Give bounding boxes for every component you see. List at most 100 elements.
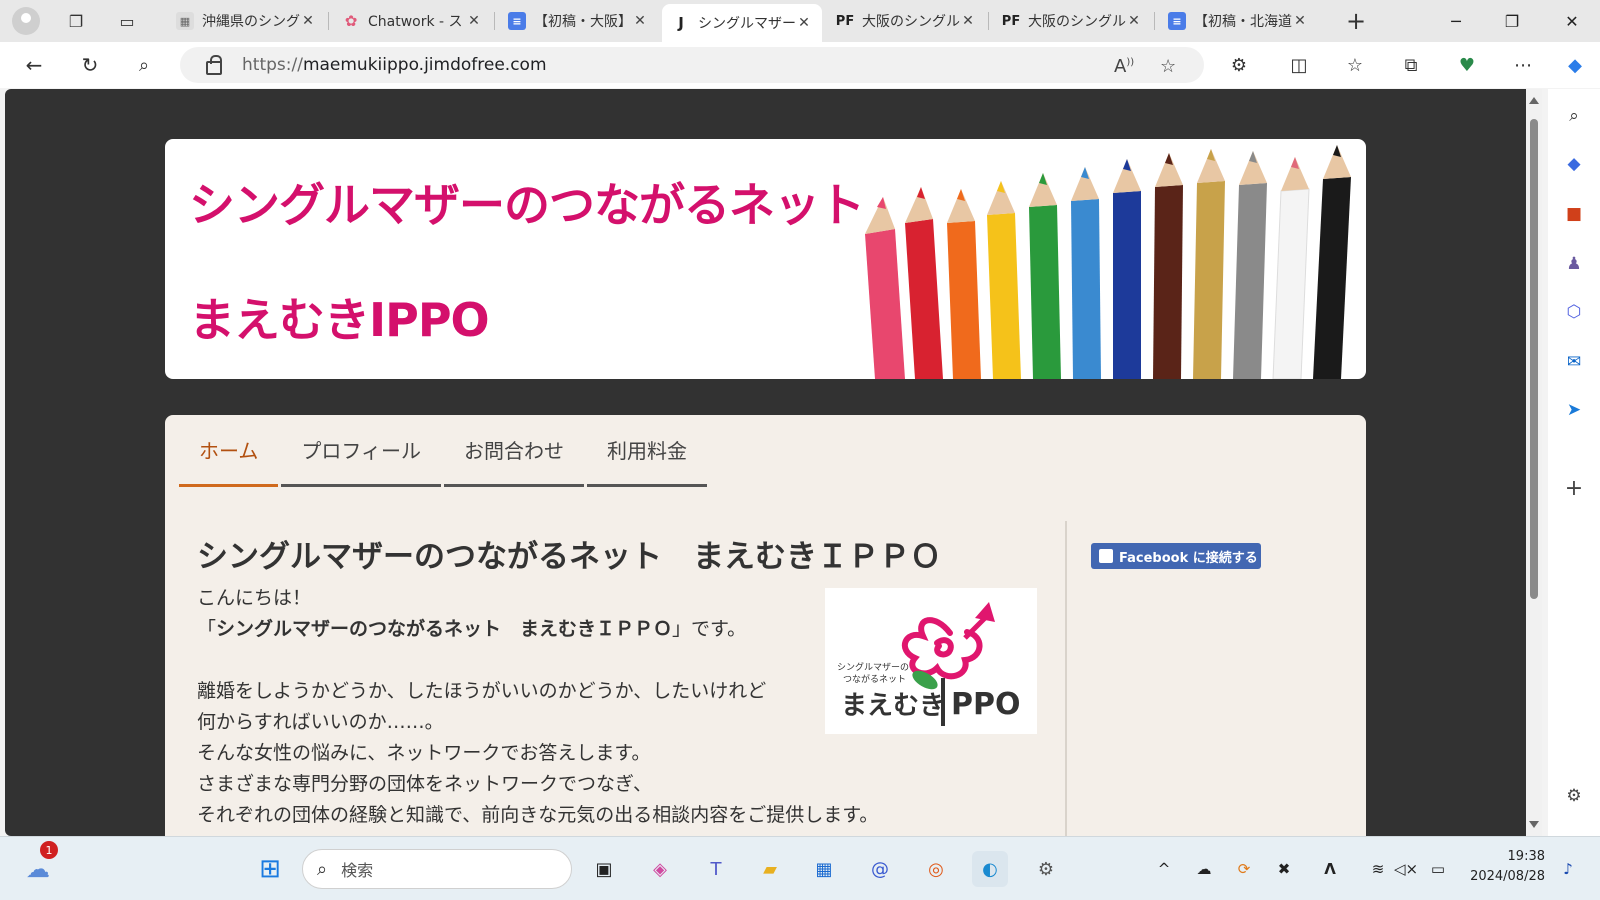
greeting-text: こんにちは！	[197, 587, 312, 609]
tab-6[interactable]: PF 大阪のシングル ✕	[992, 4, 1152, 38]
facebook-connect-button[interactable]: Facebook に接続する	[1091, 543, 1261, 569]
chatwork-icon: ✿	[344, 12, 358, 30]
start-windows-icon[interactable]: ⊞	[252, 851, 288, 887]
google-docs-icon: ≡	[1168, 12, 1186, 30]
paragraph-line: 何からすればいいのか……。	[197, 711, 444, 733]
browser-essentials-icon[interactable]: ♥	[1450, 47, 1484, 83]
tab-2[interactable]: ✿ Chatwork - ス ✕	[332, 4, 492, 38]
sidebar-settings-icon[interactable]: ⚙	[1559, 781, 1589, 811]
split-screen-icon[interactable]: ◫	[1282, 47, 1316, 83]
svg-text:PPO: PPO	[951, 687, 1020, 722]
nav-home[interactable]: ホーム	[179, 415, 279, 487]
close-window-icon[interactable]: ✕	[1544, 0, 1600, 42]
intro-line: 「シングルマザーのつながるネット まえむきＩＰＰＯ」です。	[197, 618, 747, 640]
search-icon: ⌕	[317, 858, 328, 880]
collections-icon[interactable]: ⧉	[1394, 47, 1428, 83]
nav-profile[interactable]: プロフィール	[281, 415, 442, 487]
address-bar[interactable]: https://maemukiippo.jimdofree.com A)) ☆	[180, 47, 1204, 83]
favorites-icon[interactable]: ☆	[1338, 47, 1372, 83]
refresh-icon[interactable]: ↻	[72, 47, 108, 83]
tab-actions-icon[interactable]: ▭	[111, 5, 143, 37]
browser-tab-bar: ❐ ▭ ▦ 沖縄県のシングルマザー ✕ ✿ Chatwork - ス ✕ ≡ 【…	[0, 0, 1600, 42]
outlook-icon[interactable]: ✉	[1559, 347, 1589, 377]
tab-3[interactable]: ≡ 【初稿・大阪】 ✕	[498, 4, 658, 38]
add-sidebar-app-icon[interactable]: +	[1559, 473, 1589, 503]
scrollbar-thumb[interactable]	[1530, 119, 1538, 599]
tab-1[interactable]: ▦ 沖縄県のシングルマザー ✕	[166, 4, 326, 38]
tab-5[interactable]: PF 大阪のシングル ✕	[826, 4, 986, 38]
svg-text:シングルマザーの: シングルマザーの	[837, 661, 909, 673]
wifi-icon[interactable]: ≋	[1366, 857, 1390, 881]
lock-icon[interactable]	[206, 55, 222, 75]
microsoft365-icon[interactable]: ⬡	[1559, 297, 1589, 327]
system-clock[interactable]: 19:38 2024/08/28	[1465, 847, 1545, 887]
google-docs-icon: ≡	[508, 12, 526, 30]
close-tab-icon[interactable]: ✕	[960, 13, 976, 29]
notifications-bell-icon[interactable]: ♪	[1556, 857, 1580, 881]
copilot-taskbar-icon[interactable]: ◈	[642, 851, 678, 887]
close-tab-icon[interactable]: ✕	[796, 15, 812, 31]
mail-icon[interactable]: @	[862, 851, 898, 887]
app-orange-icon[interactable]: ◎	[918, 851, 954, 887]
close-tab-icon[interactable]: ✕	[466, 13, 482, 29]
onedrive-error-icon[interactable]: ☁	[1192, 857, 1216, 881]
url-text[interactable]: https://maemukiippo.jimdofree.com	[242, 55, 547, 75]
pf-icon: PF	[1001, 13, 1021, 29]
svg-text:まえむき: まえむき	[841, 691, 945, 721]
banner-title-line1: シングルマザーのつながるネット	[189, 178, 865, 232]
extensions-icon[interactable]: ⚙	[1222, 47, 1256, 83]
battery-icon[interactable]: ▭	[1426, 857, 1450, 881]
thumbs-up-icon	[1099, 549, 1113, 563]
games-icon[interactable]: ♟	[1559, 249, 1589, 279]
volume-muted-icon[interactable]: ◁×	[1394, 857, 1418, 881]
restore-icon[interactable]: ❐	[1484, 0, 1540, 42]
close-tab-icon[interactable]: ✕	[632, 13, 648, 29]
tools-briefcase-icon[interactable]: ■	[1559, 199, 1589, 229]
banner-title-line2: まえむきIPPO	[189, 293, 490, 347]
microsoft-store-icon[interactable]: ▦	[806, 851, 842, 887]
workspaces-icon[interactable]: ❐	[60, 5, 92, 37]
tab-7[interactable]: ≡ 【初稿・北海道 ✕	[1158, 4, 1318, 38]
sidebar-divider	[1065, 521, 1067, 836]
edge-browser-icon[interactable]: ◐	[972, 851, 1008, 887]
minimize-icon[interactable]: ─	[1428, 0, 1484, 42]
back-icon[interactable]: ←	[16, 47, 52, 83]
search-icon[interactable]: ⌕	[126, 47, 162, 83]
tab-favicon-icon: ▦	[176, 12, 194, 30]
favorite-star-icon[interactable]: ☆	[1160, 56, 1176, 77]
new-tab-icon[interactable]: +	[1340, 5, 1372, 37]
paragraph-line: それぞれの団体の経験と知識で、前向きな元気の出る相談内容をご提供します。	[197, 804, 879, 826]
settings-gear-icon[interactable]: ⚙	[1028, 851, 1064, 887]
read-aloud-icon[interactable]: A))	[1114, 56, 1134, 77]
sidebar-search-icon[interactable]: ⌕	[1559, 101, 1589, 131]
file-explorer-icon[interactable]: ▰	[752, 851, 788, 887]
notification-badge: 1	[40, 841, 58, 859]
paragraph-line: 離婚をしようかどうか、したほうがいいのかどうか、したいけれど	[197, 680, 767, 702]
page-scrollbar[interactable]	[1526, 89, 1542, 836]
close-tab-icon[interactable]: ✕	[1126, 13, 1142, 29]
shopping-tag-icon[interactable]: ◆	[1559, 149, 1589, 179]
a-app-icon[interactable]: Λ	[1318, 857, 1342, 881]
scroll-down-arrow[interactable]	[1529, 821, 1539, 828]
send-icon[interactable]: ➤	[1559, 395, 1589, 425]
show-hidden-icons-chevron[interactable]: ^	[1152, 857, 1176, 881]
tab-4-active[interactable]: J シングルマザーの ✕	[662, 4, 822, 42]
nav-contact[interactable]: お問合わせ	[444, 415, 585, 487]
taskbar-search-box[interactable]: ⌕ 検索	[302, 849, 572, 889]
close-tab-icon[interactable]: ✕	[300, 13, 316, 29]
close-tab-icon[interactable]: ✕	[1292, 13, 1308, 29]
nav-pricing[interactable]: 利用料金	[587, 415, 708, 487]
sync-icon[interactable]: ⟳	[1232, 857, 1256, 881]
site-header-banner: シングルマザーのつながるネット まえむきIPPO	[165, 139, 1366, 379]
task-view-icon[interactable]: ▣	[586, 851, 622, 887]
more-menu-icon[interactable]: ⋯	[1506, 47, 1540, 83]
teams-icon[interactable]: T	[698, 851, 734, 887]
jimdo-icon: J	[678, 14, 684, 32]
copilot-icon[interactable]: ◆	[1558, 47, 1592, 83]
scroll-up-arrow[interactable]	[1529, 97, 1539, 104]
x-app-icon[interactable]: ✖	[1272, 857, 1296, 881]
profile-avatar[interactable]	[12, 7, 40, 35]
rose-logo-icon: シングルマザーの つながるネット まえむき PPO	[837, 602, 1020, 726]
page-heading: シングルマザーのつながるネット まえむきＩＰＰＯ	[197, 539, 941, 575]
svg-text:つながるネット: つながるネット	[843, 673, 906, 685]
